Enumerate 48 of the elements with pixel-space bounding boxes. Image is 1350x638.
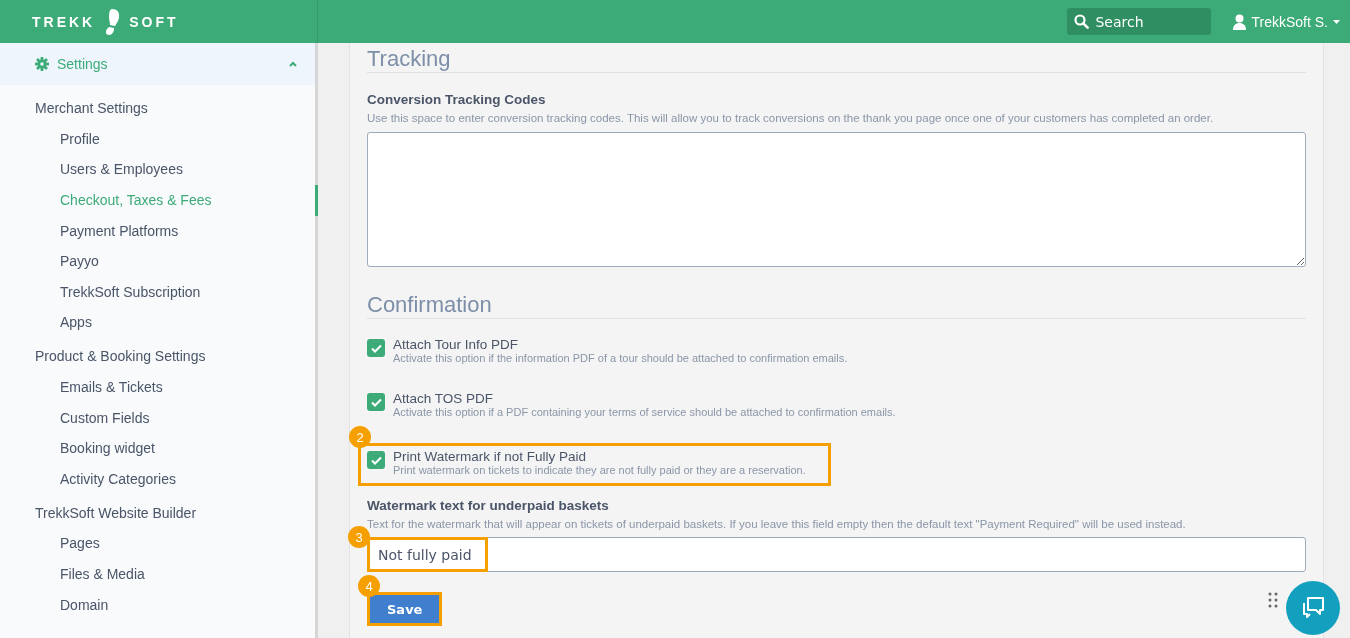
checkbox[interactable] xyxy=(367,393,385,411)
sidebar-item[interactable]: TrekkSoft Subscription xyxy=(0,276,318,308)
checkbox[interactable] xyxy=(367,451,385,469)
sidebar-group-label: Merchant Settings xyxy=(34,99,149,118)
save-button[interactable]: Save xyxy=(370,595,440,623)
option-label: Attach TOS PDF xyxy=(393,391,495,406)
section-title: Confirmation xyxy=(367,289,1306,319)
sidebar-item[interactable]: Apps xyxy=(0,307,318,339)
check-icon xyxy=(370,455,382,465)
sidebar-group-label: Product & Booking Settings xyxy=(34,347,207,367)
check-icon xyxy=(370,397,382,407)
annotation-number: 2 xyxy=(349,426,371,448)
sidebar-group-label: TrekkSoft Website Builder xyxy=(34,503,198,523)
user-icon xyxy=(1233,13,1247,30)
annotation-number: 3 xyxy=(348,526,370,548)
sidebar-item[interactable]: Profile xyxy=(0,124,318,155)
logo-text: SOFT xyxy=(129,13,179,30)
option-description: Activate this option if a PDF containing your terms of service should be attached to confirmation emails. xyxy=(393,406,896,419)
sidebar-item[interactable]: Payyo xyxy=(0,246,318,277)
field-label: Conversion Tracking Codes xyxy=(367,92,547,107)
sidebar-item[interactable]: Payment Platforms xyxy=(0,215,318,247)
sidebar-item[interactable]: Custom Fields xyxy=(0,402,318,434)
sidebar-item[interactable]: Pages xyxy=(0,528,318,560)
check-icon xyxy=(370,343,382,353)
sidebar-item[interactable]: Users & Employees xyxy=(0,154,318,186)
settings-icon xyxy=(35,57,49,71)
option-description: Print watermark on tickets to indicate they are not fully paid or they are a reservation. xyxy=(393,464,806,477)
option-label: Attach Tour Info PDF xyxy=(393,337,520,352)
section-title: Tracking xyxy=(367,43,1306,73)
sidebar-item[interactable]: Activity Categories xyxy=(0,463,318,495)
sidebar-item[interactable]: Files & Media xyxy=(0,559,318,590)
sidebar-item[interactable]: Emails & Tickets xyxy=(0,372,318,403)
search-field[interactable]: Search xyxy=(1067,8,1212,35)
logo-text: TREKK xyxy=(32,13,96,30)
sidebar-item[interactable]: Booking widget xyxy=(0,433,318,464)
annotation-number: 4 xyxy=(358,575,380,597)
help-text: Use this space to enter conversion tracking codes. This will allow you to track conversions on the thank you page once one of your customers has completed an order. xyxy=(367,112,1215,124)
boot-print-icon xyxy=(103,7,122,36)
sidebar-item[interactable]: Domain xyxy=(0,589,318,621)
help-text: Text for the watermark that will appear on tickets of underpaid baskets. If you leave this field empty then the default text "Payment Required" will be used instead. xyxy=(367,518,1187,530)
input-field[interactable]: Not fully paid xyxy=(367,537,1306,572)
option-label: Print Watermark if not Fully Paid xyxy=(393,449,588,464)
option-description: Activate this option if the information PDF of a tour should be attached to confirmation emails. xyxy=(393,352,848,365)
field-label: Watermark text for underpaid baskets xyxy=(367,498,610,513)
chat-icon xyxy=(1300,596,1326,620)
drag-handle-icon[interactable] xyxy=(1268,592,1278,608)
checkbox[interactable] xyxy=(367,339,385,357)
caret-icon xyxy=(1333,19,1340,24)
